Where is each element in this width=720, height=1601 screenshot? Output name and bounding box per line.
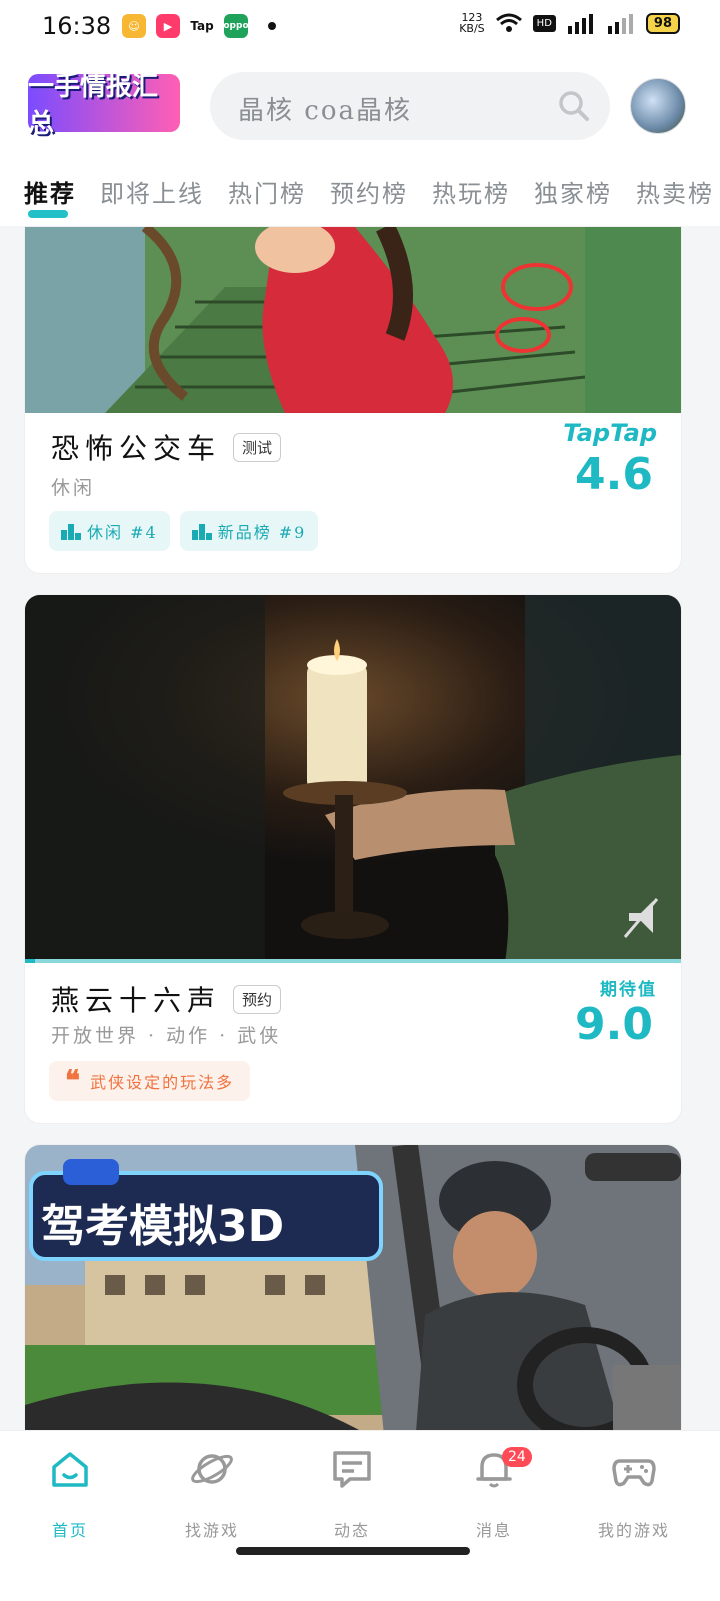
quote-row: ❝ 武侠设定的玩法多 [49,1061,251,1101]
category-tabs: 推荐 即将上线 热门榜 预约榜 热玩榜 独家榜 热卖榜 [0,160,720,226]
app-notification-icon: ☺ [122,14,146,38]
expectation-label: 期待值 [600,980,657,1000]
nav-messages[interactable]: 24 消息 [434,1447,554,1541]
ranking-icon [61,524,81,540]
signal-icon [567,14,593,34]
video-progress-fill [25,959,35,963]
review-quote-text: 武侠设定的玩法多 [90,1073,235,1092]
banner-title: 驾考模拟3D [41,1201,284,1252]
tab-exclusive[interactable]: 独家榜 [522,160,624,226]
battery-indicator: 98 [645,12,680,34]
status-right: 123 KB/S HD 98 [459,12,680,34]
rank-chips: 休闲 #4 新品榜 #9 [49,511,319,551]
tap-app-icon: Tap [190,14,214,38]
chat-icon [333,1451,371,1488]
car-icon [63,1159,119,1185]
taptap-brand-label: TapTap [563,419,657,447]
tab-upcoming[interactable]: 即将上线 [88,160,216,226]
status-time: 16:38 [42,12,112,40]
game-title[interactable]: 恐怖公交车 [51,427,221,467]
wifi-icon [495,13,522,32]
game-title[interactable]: 燕云十六声 [51,979,221,1019]
search-input[interactable]: 晶核 coa晶核 [238,90,412,127]
nav-feed[interactable]: 动态 [292,1447,412,1541]
game-card[interactable]: 恐怖公交车 测试 休闲 TapTap 4.6 休闲 #4 新品榜 #9 [24,226,682,574]
game-cover-image[interactable] [25,227,681,413]
nav-label: 首页 [51,1521,88,1540]
avatar[interactable] [630,78,686,134]
game-score: 4.6 [575,449,653,500]
signal-2-icon [607,14,633,34]
status-app-icons: ☺ ▶ Tap oppo [122,14,276,38]
gamepad-icon [612,1459,656,1487]
oppo-app-icon: oppo [223,14,249,38]
status-badge: 测试 [233,432,282,462]
game-banner-image[interactable]: 驾考模拟3D [25,1145,681,1445]
video-progress-track[interactable] [25,959,681,963]
tab-reservation[interactable]: 预约榜 [318,160,420,226]
expectation-score: 9.0 [575,999,653,1050]
app-logo[interactable]: 一手情报汇总 [28,72,180,139]
status-badge: 预约 [233,984,282,1014]
nav-home[interactable]: 首页 [10,1447,130,1541]
card-title-row: 恐怖公交车 测试 [51,427,282,467]
more-dot-icon [268,22,276,30]
game-card[interactable]: 驾考模拟3D [24,1144,682,1446]
game-video-cover[interactable] [25,595,681,963]
nav-my-games[interactable]: 我的游戏 [574,1447,694,1541]
tab-indicator [28,210,68,218]
ranking-icon [191,524,212,540]
status-bar: 16:38 ☺ ▶ Tap oppo 123 KB/S HD 98 [0,0,720,56]
tab-hot-play[interactable]: 热玩榜 [420,160,522,226]
video-app-icon: ▶ [156,14,180,38]
tab-popular[interactable]: 热门榜 [216,160,318,226]
app-header: 一手情报汇总 晶核 coa晶核 [0,56,720,160]
nav-label: 找游戏 [184,1521,239,1540]
nav-label: 我的游戏 [597,1521,670,1540]
nav-label: 动态 [333,1521,370,1540]
home-indicator[interactable] [236,1547,470,1555]
rank-chip-label: 休闲 #4 [87,523,158,542]
quote-icon: ❝ [65,1064,83,1097]
game-genre: 开放世界 · 动作 · 武侠 [51,1025,282,1047]
nav-label: 消息 [475,1521,512,1540]
notification-badge: 24 [502,1447,532,1467]
rank-chip[interactable]: 新品榜 #9 [179,511,319,551]
search-bar[interactable]: 晶核 coa晶核 [210,72,610,140]
nav-find-games[interactable]: 找游戏 [152,1447,272,1541]
tab-bestseller[interactable]: 热卖榜 [624,160,720,226]
bottom-navigation: 首页 找游戏 动态 24 消息 我的游戏 [0,1430,720,1601]
card-title-row: 燕云十六声 预约 [51,979,282,1019]
planet-icon [191,1454,233,1484]
home-icon [52,1452,88,1487]
game-genre: 休闲 [51,477,96,499]
rank-chip[interactable]: 休闲 #4 [49,511,170,551]
hd-icon: HD [532,14,556,32]
network-speed: 123 KB/S [459,11,485,35]
review-quote[interactable]: ❝ 武侠设定的玩法多 [49,1061,251,1101]
rank-chip-label: 新品榜 #9 [217,523,307,542]
search-icon[interactable] [558,90,590,122]
game-card[interactable]: 燕云十六声 预约 开放世界 · 动作 · 武侠 期待值 9.0 ❝ 武侠设定的玩… [24,594,682,1124]
